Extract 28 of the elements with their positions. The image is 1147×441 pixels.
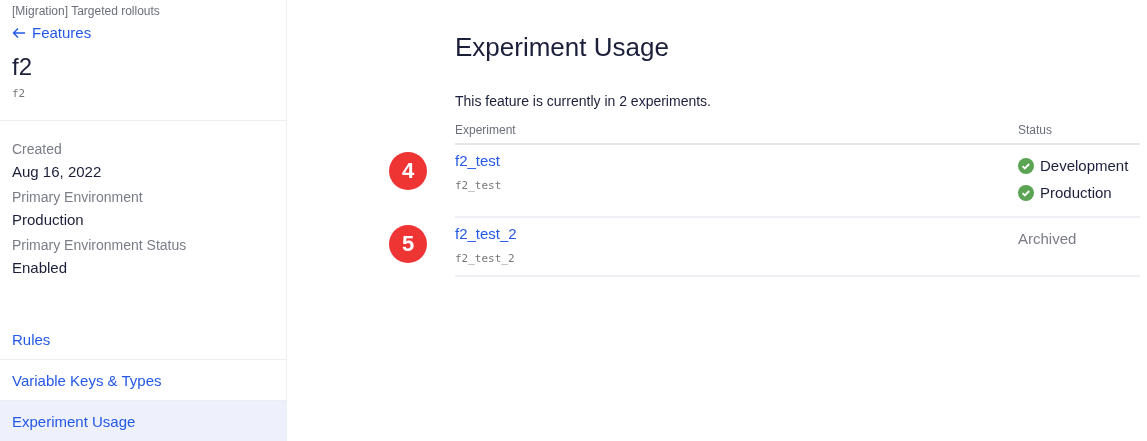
detail-value: Aug 16, 2022 — [12, 162, 103, 180]
experiment-link[interactable]: f2_test_2 — [455, 225, 517, 242]
page-title: Experiment Usage — [455, 32, 670, 63]
detail-label: Primary Environment — [12, 188, 144, 205]
column-header: Status — [1018, 123, 1053, 137]
status-label: Archived — [1018, 230, 1077, 247]
summary-text: This feature is currently in 2 experiments. — [455, 93, 712, 109]
status-label: Production — [1040, 184, 1112, 201]
back-arrow-icon — [12, 26, 26, 39]
check-circle-icon — [1018, 157, 1034, 174]
feature-key: f2 — [12, 86, 274, 100]
nav-item[interactable]: Rules — [0, 319, 286, 359]
number-badge: 4 — [389, 152, 427, 190]
experiment-key: f2_test — [455, 179, 1018, 192]
detail-value: Production — [12, 210, 85, 228]
status-label: Development — [1040, 157, 1129, 174]
detail-label: Created — [12, 140, 63, 157]
feature-name: f2 — [12, 52, 33, 81]
breadcrumb: [Migration] Targeted rollouts — [12, 4, 161, 18]
column-header: Experiment — [455, 123, 516, 137]
back-link[interactable]: Features — [12, 24, 92, 41]
nav-item[interactable]: Experiment Usage — [0, 400, 286, 441]
check-circle-icon — [1018, 184, 1034, 201]
experiment-link[interactable]: f2_test — [455, 152, 501, 169]
detail-label: Primary Environment Status — [12, 236, 188, 253]
detail-value: Enabled — [12, 258, 69, 276]
experiment-key: f2_test_2 — [455, 252, 1018, 265]
number-badge: 5 — [389, 225, 427, 263]
